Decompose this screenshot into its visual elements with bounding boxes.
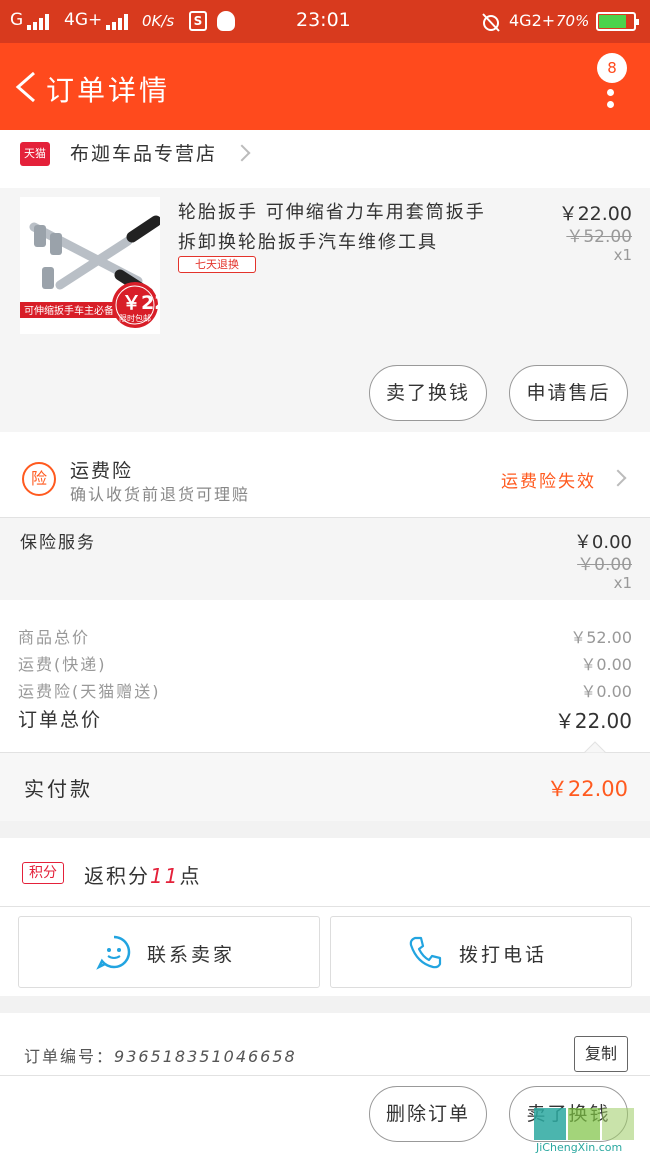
- contact-seller-label: 联系卖家: [147, 944, 236, 966]
- service-label: 保险服务: [20, 533, 96, 553]
- network-label: 4G+: [64, 10, 103, 30]
- back-arrow-icon[interactable]: [14, 71, 38, 103]
- signal-icon: [106, 14, 134, 30]
- more-menu-button[interactable]: 8: [594, 47, 630, 108]
- summary-label: 运费险(天猫赠送): [18, 682, 161, 701]
- summary-value: ￥0.00: [580, 655, 632, 674]
- message-count-badge: 8: [597, 53, 627, 83]
- product-title[interactable]: 轮胎扳手 可伸缩省力车用套筒扳手 拆卸换轮胎扳手汽车维修工具: [178, 198, 508, 258]
- sell-for-cash-button[interactable]: 卖了换钱: [369, 365, 487, 421]
- points-count: 11: [150, 864, 180, 888]
- phone-icon: [409, 936, 442, 969]
- carrier-label: G: [10, 10, 24, 30]
- alarm-off-icon: [482, 13, 500, 32]
- actual-payment-value: ￥22.00: [546, 777, 628, 801]
- service-original-price: ￥0.00: [577, 555, 632, 575]
- battery-percent: 70%: [556, 12, 590, 30]
- product-image[interactable]: 可伸缩扳手 车主必备 ￥22 限时包邮: [20, 197, 167, 334]
- clock: 23:01: [296, 9, 351, 31]
- insurance-title: 运费险: [70, 460, 134, 482]
- copy-order-number-button[interactable]: 复制: [574, 1036, 628, 1072]
- actual-payment-label: 实付款: [24, 777, 93, 801]
- order-total-value: ￥22.00: [554, 709, 632, 733]
- speed-label: 0K/s: [142, 12, 175, 30]
- order-number-value: 936518351046658: [114, 1047, 297, 1066]
- image-caption: 车主必备: [74, 304, 114, 317]
- site-watermark: JiChengXin.com: [532, 1106, 650, 1154]
- service-quantity: x1: [613, 574, 632, 592]
- image-promo: 限时包邮: [119, 313, 151, 323]
- tmall-logo: 天猫: [20, 142, 50, 166]
- product-original-price: ￥52.00: [566, 227, 632, 247]
- network2-label: 4G2+: [509, 11, 556, 30]
- seven-day-return-tag: 七天退换: [178, 256, 256, 273]
- qq-icon: [217, 11, 235, 31]
- app-header: 订单详情 8: [0, 43, 650, 130]
- product-quantity: x1: [613, 246, 632, 264]
- call-phone-label: 拨打电话: [459, 944, 548, 966]
- pointer-notch: [584, 741, 606, 753]
- call-phone-button[interactable]: 拨打电话: [330, 916, 632, 988]
- summary-value: ￥52.00: [570, 628, 632, 647]
- insurance-icon: 险: [22, 462, 56, 496]
- status-bar: G 4G+ 0K/s S 23:01 4G2+ 70%: [0, 0, 650, 43]
- insurance-subtitle: 确认收货前退货可理赔: [70, 485, 251, 504]
- store-name[interactable]: 布迦车品专营店: [70, 139, 217, 166]
- order-total-label: 订单总价: [18, 709, 103, 731]
- insurance-service-row: [0, 518, 650, 600]
- signal-icon: [27, 14, 55, 30]
- s-app-icon: S: [189, 11, 207, 31]
- summary-label: 商品总价: [18, 628, 91, 647]
- watermark-text: JiChengXin.com: [535, 1141, 622, 1154]
- contact-seller-button[interactable]: 联系卖家: [18, 916, 320, 988]
- points-text: 返积分11点: [84, 864, 202, 888]
- delete-order-button[interactable]: 删除订单: [369, 1086, 487, 1142]
- order-number: 订单编号：936518351046658: [24, 1047, 297, 1066]
- image-price: ￥22: [122, 292, 160, 314]
- chat-smile-icon: [96, 935, 131, 970]
- page-title: 订单详情: [46, 74, 171, 107]
- summary-value: ￥0.00: [580, 682, 632, 701]
- summary-label: 运费(快递): [18, 655, 107, 674]
- insurance-status[interactable]: 运费险失效: [501, 467, 596, 492]
- points-badge: 积分: [22, 862, 64, 884]
- battery-icon: [596, 12, 639, 31]
- image-caption: 可伸缩扳手: [24, 304, 74, 317]
- apply-after-sale-button[interactable]: 申请售后: [509, 365, 628, 421]
